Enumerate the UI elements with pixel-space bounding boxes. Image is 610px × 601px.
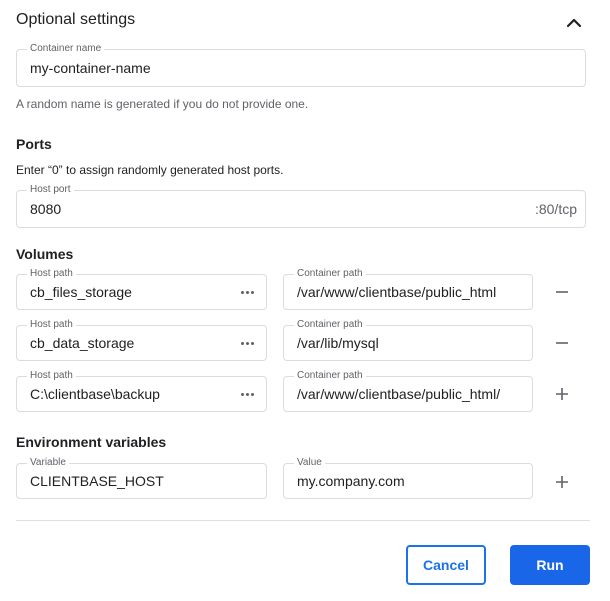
browse-button[interactable] xyxy=(241,377,254,411)
host-path-value: C:\clientbase\backup xyxy=(30,386,160,402)
volumes-title: Volumes xyxy=(16,246,74,262)
container-path-value: /var/www/clientbase/public_html xyxy=(297,284,497,300)
volume-container-path-field[interactable]: Container path /var/www/clientbase/publi… xyxy=(283,369,533,412)
plus-icon xyxy=(556,476,568,488)
env-value-field[interactable]: Value my.company.com xyxy=(283,456,533,499)
more-horizontal-icon xyxy=(241,392,254,396)
more-horizontal-icon xyxy=(241,341,254,345)
add-volume-button[interactable] xyxy=(550,382,574,406)
browse-button[interactable] xyxy=(241,326,254,360)
ports-title: Ports xyxy=(16,136,52,152)
variable-value: CLIENTBASE_HOST xyxy=(30,473,164,489)
host-port-value: 8080 xyxy=(30,201,62,217)
container-path-value: /var/lib/mysql xyxy=(297,335,379,351)
divider xyxy=(16,520,590,521)
container-name-value: my-container-name xyxy=(30,60,151,76)
host-port-field[interactable]: Host port 8080 :80/tcp xyxy=(16,183,586,228)
run-button[interactable]: Run xyxy=(510,545,590,585)
remove-volume-button[interactable] xyxy=(550,280,574,304)
browse-button[interactable] xyxy=(241,275,254,309)
ports-description: Enter “0” to assign randomly generated h… xyxy=(16,163,284,177)
volume-container-path-field[interactable]: Container path /var/www/clientbase/publi… xyxy=(283,267,533,310)
collapse-button[interactable] xyxy=(562,12,586,32)
section-title: Optional settings xyxy=(16,11,136,28)
more-horizontal-icon xyxy=(241,290,254,294)
chevron-up-icon xyxy=(566,18,582,28)
remove-volume-button[interactable] xyxy=(550,331,574,355)
container-path-value: /var/www/clientbase/public_html/ xyxy=(297,386,501,402)
cancel-button[interactable]: Cancel xyxy=(406,545,486,585)
host-path-value: cb_files_storage xyxy=(30,284,132,300)
minus-icon xyxy=(556,342,568,344)
volume-host-path-field[interactable]: Host path cb_data_storage xyxy=(16,318,267,361)
container-name-field[interactable]: Container name my-container-name xyxy=(16,42,586,87)
port-suffix: :80/tcp xyxy=(534,201,577,217)
add-env-variable-button[interactable] xyxy=(550,470,574,494)
plus-icon xyxy=(556,388,568,400)
container-name-help: A random name is generated if you do not… xyxy=(16,97,309,111)
host-path-value: cb_data_storage xyxy=(30,335,135,351)
minus-icon xyxy=(556,291,568,293)
volume-host-path-field[interactable]: Host path C:\clientbase\backup xyxy=(16,369,267,412)
volume-host-path-field[interactable]: Host path cb_files_storage xyxy=(16,267,267,310)
value-value: my.company.com xyxy=(297,473,405,489)
env-title: Environment variables xyxy=(16,434,167,450)
volume-container-path-field[interactable]: Container path /var/lib/mysql xyxy=(283,318,533,361)
env-variable-field[interactable]: Variable CLIENTBASE_HOST xyxy=(16,456,267,499)
